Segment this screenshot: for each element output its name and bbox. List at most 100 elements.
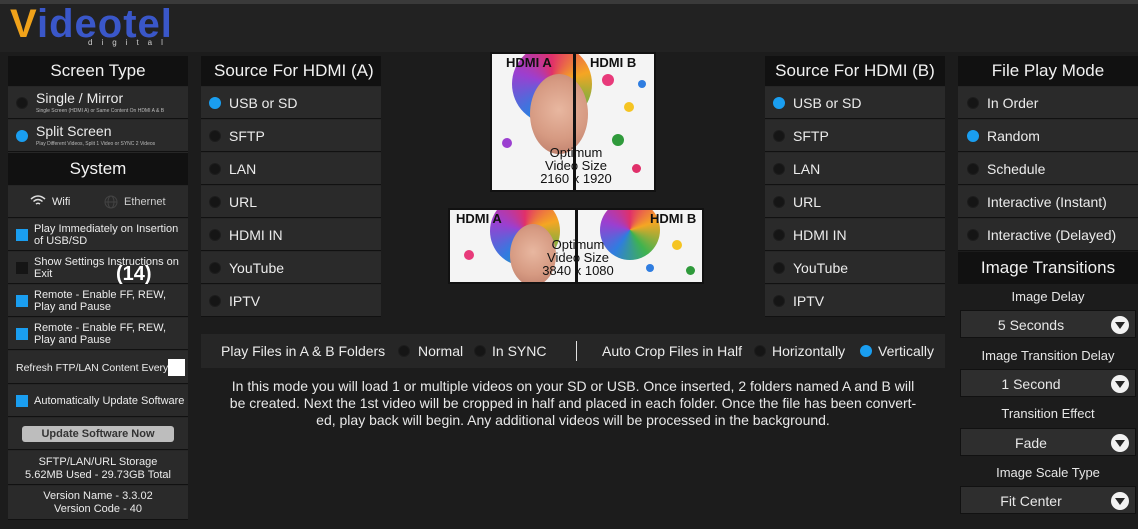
play-mode-label: Schedule	[987, 161, 1046, 177]
transition-effect-dropdown[interactable]: Fade	[960, 428, 1136, 456]
setting-remote-1[interactable]: Remote - Enable FF, REW, Play and Pause	[8, 285, 188, 317]
setting-show-instructions[interactable]: Show Settings Instructions on Exit (14)	[8, 252, 188, 285]
remote-2-checkbox[interactable]	[16, 328, 28, 340]
source-b-option[interactable]: YouTube	[765, 252, 945, 284]
wifi-icon	[30, 195, 46, 205]
source-a-option[interactable]: USB or SD	[201, 87, 381, 119]
remote-1-checkbox[interactable]	[16, 295, 28, 307]
source-a-radio[interactable]	[209, 196, 221, 208]
play-mode-option[interactable]: Interactive (Delayed)	[958, 219, 1138, 251]
update-software-button[interactable]: Update Software Now	[22, 426, 174, 442]
source-b-label: URL	[793, 194, 822, 210]
play-immediately-checkbox[interactable]	[16, 229, 28, 241]
horizontal-label[interactable]: Horizontally	[772, 343, 845, 359]
scale-type-label: Image Scale Type	[996, 465, 1100, 480]
split-radio[interactable]	[16, 130, 28, 142]
source-b-radio[interactable]	[773, 130, 785, 142]
source-a-radio[interactable]	[209, 97, 221, 109]
screen-type-single[interactable]: Single / Mirror Single Screen (HDMI A) o…	[8, 87, 188, 119]
network-row: Wifi Ethernet	[8, 186, 188, 218]
file-play-mode-header: File Play Mode	[958, 56, 1138, 86]
source-a-label: HDMI IN	[229, 227, 283, 243]
auto-update-checkbox[interactable]	[16, 395, 28, 407]
source-a-label: SFTP	[229, 128, 265, 144]
image-transitions-header: Image Transitions	[958, 252, 1138, 284]
play-mode-radio[interactable]	[967, 229, 979, 241]
image-delay-dropdown[interactable]: 5 Seconds	[960, 310, 1136, 338]
update-row: Update Software Now	[8, 418, 188, 450]
play-files-label: Play Files in A & B Folders	[221, 343, 386, 359]
transition-delay-dropdown[interactable]: 1 Second	[960, 369, 1136, 397]
source-b-option[interactable]: LAN	[765, 153, 945, 185]
screen-type-split[interactable]: Split Screen Play Different Videos, Spli…	[8, 120, 188, 152]
sync-radio[interactable]	[474, 345, 486, 357]
play-mode-option[interactable]: Schedule	[958, 153, 1138, 185]
normal-radio[interactable]	[398, 345, 410, 357]
source-b-radio[interactable]	[773, 163, 785, 175]
preview-landscape: HDMI A HDMI B Optimum Video Size 3840 x …	[448, 208, 704, 284]
bar-divider	[576, 341, 577, 361]
vertical-radio[interactable]	[860, 345, 872, 357]
normal-label[interactable]: Normal	[418, 343, 463, 359]
setting-remote-2[interactable]: Remote - Enable FF, REW, Play and Pause	[8, 318, 188, 350]
play-mode-label: Interactive (Instant)	[987, 194, 1107, 210]
count-overlay: (14)	[116, 263, 152, 285]
image-delay-label: Image Delay	[1011, 289, 1085, 304]
source-b-option[interactable]: URL	[765, 186, 945, 218]
auto-crop-label: Auto Crop Files in Half	[602, 343, 743, 359]
vertical-label[interactable]: Vertically	[878, 343, 934, 359]
chevron-down-icon[interactable]	[1111, 434, 1129, 452]
source-b-radio[interactable]	[773, 196, 785, 208]
play-mode-radio[interactable]	[967, 196, 979, 208]
chevron-down-icon[interactable]	[1111, 316, 1129, 334]
play-mode-radio[interactable]	[967, 163, 979, 175]
play-mode-radio[interactable]	[967, 130, 979, 142]
chevron-down-icon[interactable]	[1111, 492, 1129, 510]
show-instructions-checkbox[interactable]	[16, 262, 28, 274]
source-b-radio[interactable]	[773, 229, 785, 241]
source-a-option[interactable]: HDMI IN	[201, 219, 381, 251]
wifi-label[interactable]: Wifi	[52, 196, 70, 208]
source-b-option[interactable]: USB or SD	[765, 87, 945, 119]
transition-delay-label: Image Transition Delay	[981, 348, 1115, 363]
refresh-row: Refresh FTP/LAN Content Every:	[8, 351, 188, 384]
auto-update-row[interactable]: Automatically Update Software	[8, 385, 188, 417]
source-a-option[interactable]: IPTV	[201, 285, 381, 317]
source-b-option[interactable]: IPTV	[765, 285, 945, 317]
source-a-radio[interactable]	[209, 295, 221, 307]
play-mode-option[interactable]: In Order	[958, 87, 1138, 119]
source-b-option[interactable]: HDMI IN	[765, 219, 945, 251]
source-b-label: LAN	[793, 161, 821, 177]
sync-label[interactable]: In SYNC	[492, 343, 546, 359]
play-mode-radio[interactable]	[967, 97, 979, 109]
source-a-option[interactable]: LAN	[201, 153, 381, 185]
source-b-radio[interactable]	[773, 295, 785, 307]
chevron-down-icon[interactable]	[1111, 375, 1129, 393]
play-mode-label: In Order	[987, 95, 1039, 111]
source-a-label: LAN	[229, 161, 257, 177]
source-a-header: Source For HDMI (A)	[201, 56, 381, 86]
refresh-interval-input[interactable]	[168, 359, 185, 376]
single-radio[interactable]	[16, 97, 28, 109]
source-b-option[interactable]: SFTP	[765, 120, 945, 152]
source-b-radio[interactable]	[773, 262, 785, 274]
mode-description: In this mode you will load 1 or multiple…	[229, 378, 917, 428]
setting-play-immediately[interactable]: Play Immediately on Insertion of USB/SD	[8, 219, 188, 251]
play-mode-option[interactable]: Random	[958, 120, 1138, 152]
source-a-label: USB or SD	[229, 95, 298, 111]
source-a-option[interactable]: URL	[201, 186, 381, 218]
system-header: System	[8, 153, 188, 185]
source-b-radio[interactable]	[773, 97, 785, 109]
source-a-option[interactable]: SFTP	[201, 120, 381, 152]
source-a-radio[interactable]	[209, 163, 221, 175]
play-mode-option[interactable]: Interactive (Instant)	[958, 186, 1138, 218]
source-a-option[interactable]: YouTube	[201, 252, 381, 284]
scale-type-dropdown[interactable]: Fit Center	[960, 486, 1136, 514]
source-a-radio[interactable]	[209, 130, 221, 142]
ethernet-label[interactable]: Ethernet	[124, 196, 166, 208]
play-mode-label: Random	[987, 128, 1040, 144]
source-b-label: USB or SD	[793, 95, 862, 111]
source-a-radio[interactable]	[209, 262, 221, 274]
horizontal-radio[interactable]	[754, 345, 766, 357]
source-a-radio[interactable]	[209, 229, 221, 241]
